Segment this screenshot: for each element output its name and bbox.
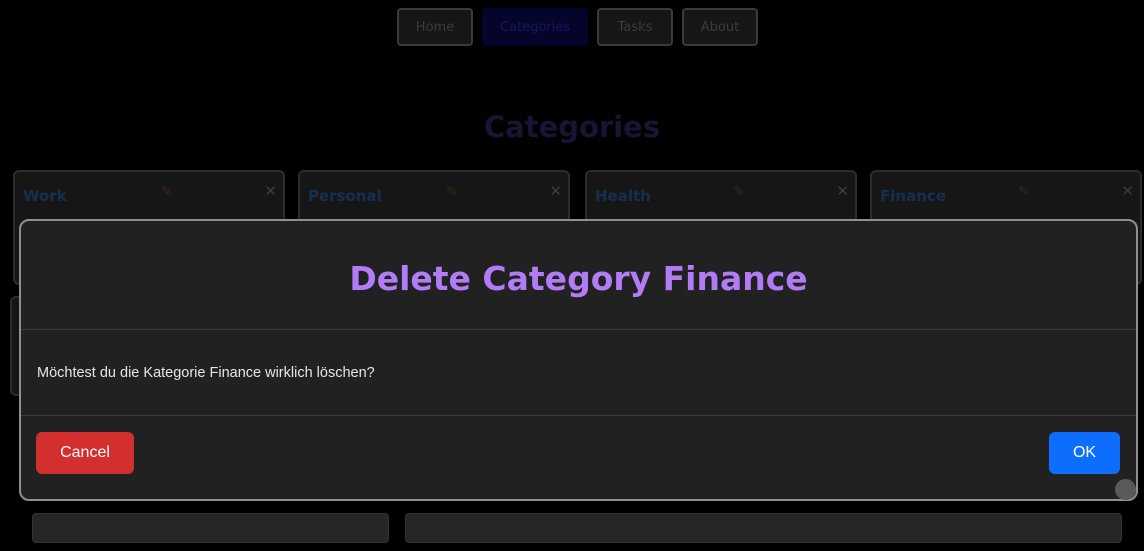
pencil-icon: ✎: [733, 184, 745, 200]
category-name: Work: [23, 187, 67, 205]
pencil-icon: ✎: [161, 184, 173, 200]
tab-tasks: Tasks: [597, 8, 673, 46]
tab-home: Home: [397, 8, 473, 46]
cancel-button[interactable]: Cancel: [36, 432, 134, 474]
close-icon: ✕: [264, 182, 277, 200]
dialog-footer: Cancel OK: [21, 416, 1136, 499]
category-name: Personal: [308, 187, 382, 205]
pencil-icon: ✎: [1018, 184, 1030, 200]
dialog-header: Delete Category Finance: [21, 221, 1136, 330]
category-name: Finance: [880, 187, 946, 205]
category-name: Health: [595, 187, 651, 205]
page-title: Categories: [483, 110, 661, 144]
form-input-background: [32, 513, 389, 543]
dialog-message: Möchtest du die Kategorie Finance wirkli…: [37, 364, 375, 381]
tab-about: About: [682, 8, 758, 46]
resize-handle[interactable]: [1115, 479, 1136, 500]
close-icon: ✕: [836, 182, 849, 200]
dialog-body: Möchtest du die Kategorie Finance wirkli…: [21, 330, 1136, 416]
form-input-background: [405, 513, 1122, 543]
close-icon: ✕: [1121, 182, 1134, 200]
dialog-title: Delete Category Finance: [349, 258, 808, 298]
pencil-icon: ✎: [446, 184, 458, 200]
close-icon: ✕: [549, 182, 562, 200]
top-nav: Home Categories Tasks About: [397, 8, 758, 46]
tab-categories: Categories: [482, 8, 588, 46]
ok-button[interactable]: OK: [1049, 432, 1120, 474]
delete-category-dialog: Delete Category Finance Möchtest du die …: [19, 219, 1138, 501]
